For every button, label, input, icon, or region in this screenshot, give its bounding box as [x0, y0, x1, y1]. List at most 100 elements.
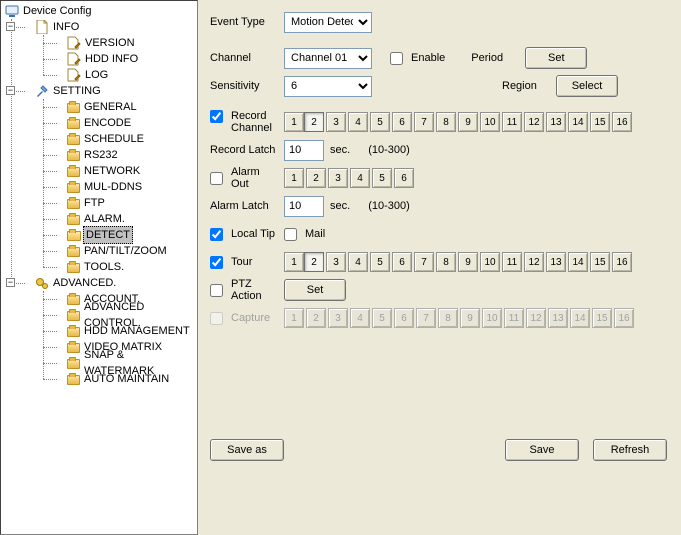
channel-button-8[interactable]: 8: [436, 112, 456, 132]
refresh-button[interactable]: Refresh: [593, 439, 667, 461]
save-as-button[interactable]: Save as: [210, 439, 284, 461]
channel-button-5[interactable]: 5: [370, 112, 390, 132]
channel-button-16[interactable]: 16: [612, 252, 632, 272]
channel-button-11[interactable]: 11: [502, 112, 522, 132]
mail-input[interactable]: [284, 228, 297, 241]
channel-select[interactable]: Channel 01: [284, 48, 372, 69]
tree-advanced[interactable]: − ADVANCED.: [19, 275, 197, 291]
folder-icon: [67, 151, 80, 161]
channel-button-3[interactable]: 3: [326, 112, 346, 132]
channel-button-7[interactable]: 7: [414, 112, 434, 132]
tree-item[interactable]: FTP: [51, 195, 197, 211]
enable-checkbox[interactable]: Enable: [390, 52, 445, 65]
local-tip-checkbox[interactable]: Local Tip: [210, 228, 278, 241]
tour-checkbox[interactable]: Tour: [210, 256, 278, 269]
alarm-latch-input[interactable]: [284, 196, 324, 217]
channel-button-14[interactable]: 14: [568, 252, 588, 272]
label-record-latch: Record Latch: [210, 144, 278, 156]
channel-button-5[interactable]: 5: [372, 168, 392, 188]
channel-button-1[interactable]: 1: [284, 112, 304, 132]
period-set-button[interactable]: Set: [525, 47, 587, 69]
mail-checkbox[interactable]: Mail: [284, 228, 325, 241]
alarm-out-checkbox[interactable]: Alarm Out: [210, 166, 278, 190]
tree-item[interactable]: HDD MANAGEMENT: [51, 323, 197, 339]
tour-input[interactable]: [210, 256, 223, 269]
expander-icon[interactable]: −: [6, 86, 15, 95]
channel-button-14[interactable]: 14: [568, 112, 588, 132]
channel-button-15[interactable]: 15: [590, 112, 610, 132]
region-select-button[interactable]: Select: [556, 75, 618, 97]
channel-button-3[interactable]: 3: [328, 168, 348, 188]
channel-button-9[interactable]: 9: [458, 112, 478, 132]
channel-button-13[interactable]: 13: [546, 252, 566, 272]
channel-button-5[interactable]: 5: [370, 252, 390, 272]
channel-button-6[interactable]: 6: [392, 252, 412, 272]
tree-item-version[interactable]: VERSION: [51, 35, 197, 51]
folder-icon: [67, 343, 80, 353]
tree-item[interactable]: PAN/TILT/ZOOM: [51, 243, 197, 259]
alarm-out-input[interactable]: [210, 172, 223, 185]
record-channel-checkbox[interactable]: Record Channel: [210, 110, 278, 134]
expander-icon[interactable]: −: [6, 278, 15, 287]
tree-item[interactable]: GENERAL: [51, 99, 197, 115]
record-latch-input[interactable]: [284, 140, 324, 161]
tree-root[interactable]: Device Config: [3, 3, 197, 19]
tree-item[interactable]: ALARM.: [51, 211, 197, 227]
tree-item-hddinfo[interactable]: HDD INFO: [51, 51, 197, 67]
enable-input[interactable]: [390, 52, 403, 65]
event-type-select[interactable]: Motion Detec: [284, 12, 372, 33]
tree-item[interactable]: DETECT: [51, 227, 197, 243]
channel-button-2[interactable]: 2: [306, 168, 326, 188]
channel-button-4[interactable]: 4: [350, 168, 370, 188]
tree-item[interactable]: AUTO MAINTAIN: [51, 371, 197, 387]
channel-button-1[interactable]: 1: [284, 252, 304, 272]
channel-button-3[interactable]: 3: [326, 252, 346, 272]
channel-button-13[interactable]: 13: [546, 112, 566, 132]
channel-button-6[interactable]: 6: [394, 168, 414, 188]
tree-item[interactable]: NETWORK: [51, 163, 197, 179]
channel-button-12[interactable]: 12: [524, 252, 544, 272]
channel-button-2: 2: [306, 308, 326, 328]
tree-label: DETECT: [83, 226, 133, 244]
channel-button-13: 13: [548, 308, 568, 328]
folder-icon: [67, 359, 80, 369]
channel-button-11[interactable]: 11: [502, 252, 522, 272]
channel-button-10[interactable]: 10: [480, 252, 500, 272]
channel-button-10[interactable]: 10: [480, 112, 500, 132]
sensitivity-select[interactable]: 6: [284, 76, 372, 97]
tree-label: RS232: [84, 147, 118, 163]
channel-button-6[interactable]: 6: [392, 112, 412, 132]
save-button[interactable]: Save: [505, 439, 579, 461]
channel-button-1[interactable]: 1: [284, 168, 304, 188]
channel-button-7[interactable]: 7: [414, 252, 434, 272]
expander-icon[interactable]: −: [6, 22, 15, 31]
channel-button-4[interactable]: 4: [348, 252, 368, 272]
channel-button-16[interactable]: 16: [612, 112, 632, 132]
tree-setting[interactable]: − SETTING: [19, 83, 197, 99]
record-channel-input[interactable]: [210, 110, 223, 123]
channel-button-2[interactable]: 2: [304, 112, 324, 132]
label-alarm-latch: Alarm Latch: [210, 200, 278, 212]
channel-button-4[interactable]: 4: [348, 112, 368, 132]
ptz-set-button[interactable]: Set: [284, 279, 346, 301]
tree-item[interactable]: ENCODE: [51, 115, 197, 131]
tree-item[interactable]: TOOLS.: [51, 259, 197, 275]
channel-button-12[interactable]: 12: [524, 112, 544, 132]
channel-button-2[interactable]: 2: [304, 252, 324, 272]
nav-tree[interactable]: Device Config − INFO VERSION: [0, 0, 198, 535]
tree-item-log[interactable]: LOG: [51, 67, 197, 83]
channel-button-15: 15: [592, 308, 612, 328]
channel-button-15[interactable]: 15: [590, 252, 610, 272]
tree-item[interactable]: RS232: [51, 147, 197, 163]
ptz-action-input[interactable]: [210, 284, 223, 297]
ptz-action-checkbox[interactable]: PTZ Action: [210, 278, 278, 302]
tree-item[interactable]: ADVANCED CONTROL.: [51, 307, 197, 323]
tree-info[interactable]: − INFO: [19, 19, 197, 35]
tree-item[interactable]: SNAP & WATERMARK: [51, 355, 197, 371]
tree-item[interactable]: MUL-DDNS: [51, 179, 197, 195]
tree-label: PAN/TILT/ZOOM: [84, 243, 167, 259]
local-tip-input[interactable]: [210, 228, 223, 241]
channel-button-8[interactable]: 8: [436, 252, 456, 272]
tree-item[interactable]: SCHEDULE: [51, 131, 197, 147]
channel-button-9[interactable]: 9: [458, 252, 478, 272]
